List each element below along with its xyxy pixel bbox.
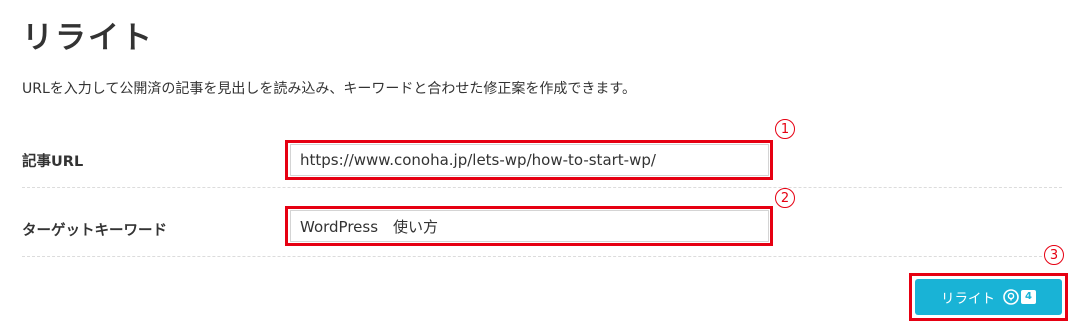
coin-icon	[1003, 289, 1019, 305]
rewrite-button-label: リライト	[941, 291, 996, 307]
article-url-input[interactable]: https://www.conoha.jp/lets-wp/how-to-sta…	[290, 144, 769, 176]
page-description: URLを入力して公開済の記事を見出しを読み込み、キーワードと合わせた修正案を作成…	[22, 81, 636, 97]
credit-count-badge: 4	[1021, 290, 1036, 304]
annotation-marker-3: 3	[1044, 245, 1064, 265]
annotation-marker-1: 1	[775, 119, 795, 139]
article-url-label: 記事URL	[22, 154, 84, 170]
page-title: リライト	[22, 20, 154, 56]
target-keyword-label: ターゲットキーワード	[22, 223, 167, 239]
annotation-marker-2: 2	[775, 188, 795, 208]
rewrite-button[interactable]: リライト 4	[915, 279, 1062, 315]
credit-indicator: 4	[1003, 289, 1036, 305]
row-divider-2	[22, 256, 1062, 257]
rewrite-page: リライト URLを入力して公開済の記事を見出しを読み込み、キーワードと合わせた修…	[0, 0, 1083, 331]
target-keyword-input[interactable]: WordPress 使い方	[290, 210, 769, 242]
row-divider-1	[22, 187, 1062, 188]
